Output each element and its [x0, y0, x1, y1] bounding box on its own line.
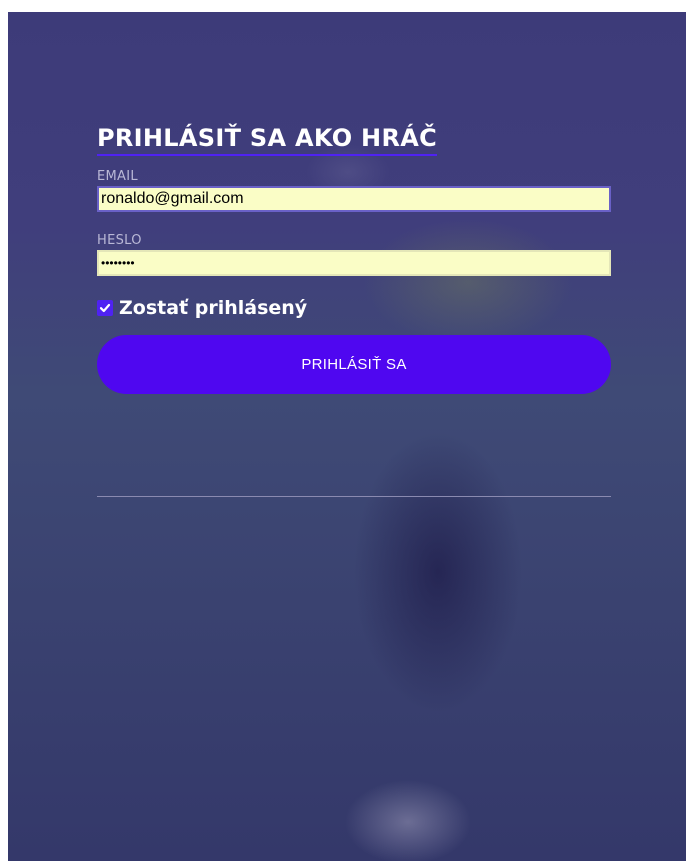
- login-button[interactable]: PRIHLÁSIŤ SA: [97, 335, 611, 394]
- check-icon: [99, 303, 111, 313]
- remember-label: Zostať prihlásený: [119, 297, 308, 319]
- divider: [97, 496, 611, 497]
- page-title: PRIHLÁSIŤ SA AKO HRÁČ: [97, 124, 438, 156]
- remember-me[interactable]: Zostať prihlásený: [97, 296, 611, 320]
- remember-checkbox[interactable]: [97, 300, 113, 316]
- login-screen: PRIHLÁSIŤ SA AKO HRÁČ EMAIL HESLO Zostať…: [8, 12, 686, 861]
- password-label: HESLO: [97, 233, 142, 248]
- password-field[interactable]: [97, 250, 611, 276]
- email-field[interactable]: [97, 186, 611, 212]
- login-form: PRIHLÁSIŤ SA AKO HRÁČ EMAIL HESLO Zostať…: [97, 124, 611, 394]
- email-label: EMAIL: [97, 169, 138, 184]
